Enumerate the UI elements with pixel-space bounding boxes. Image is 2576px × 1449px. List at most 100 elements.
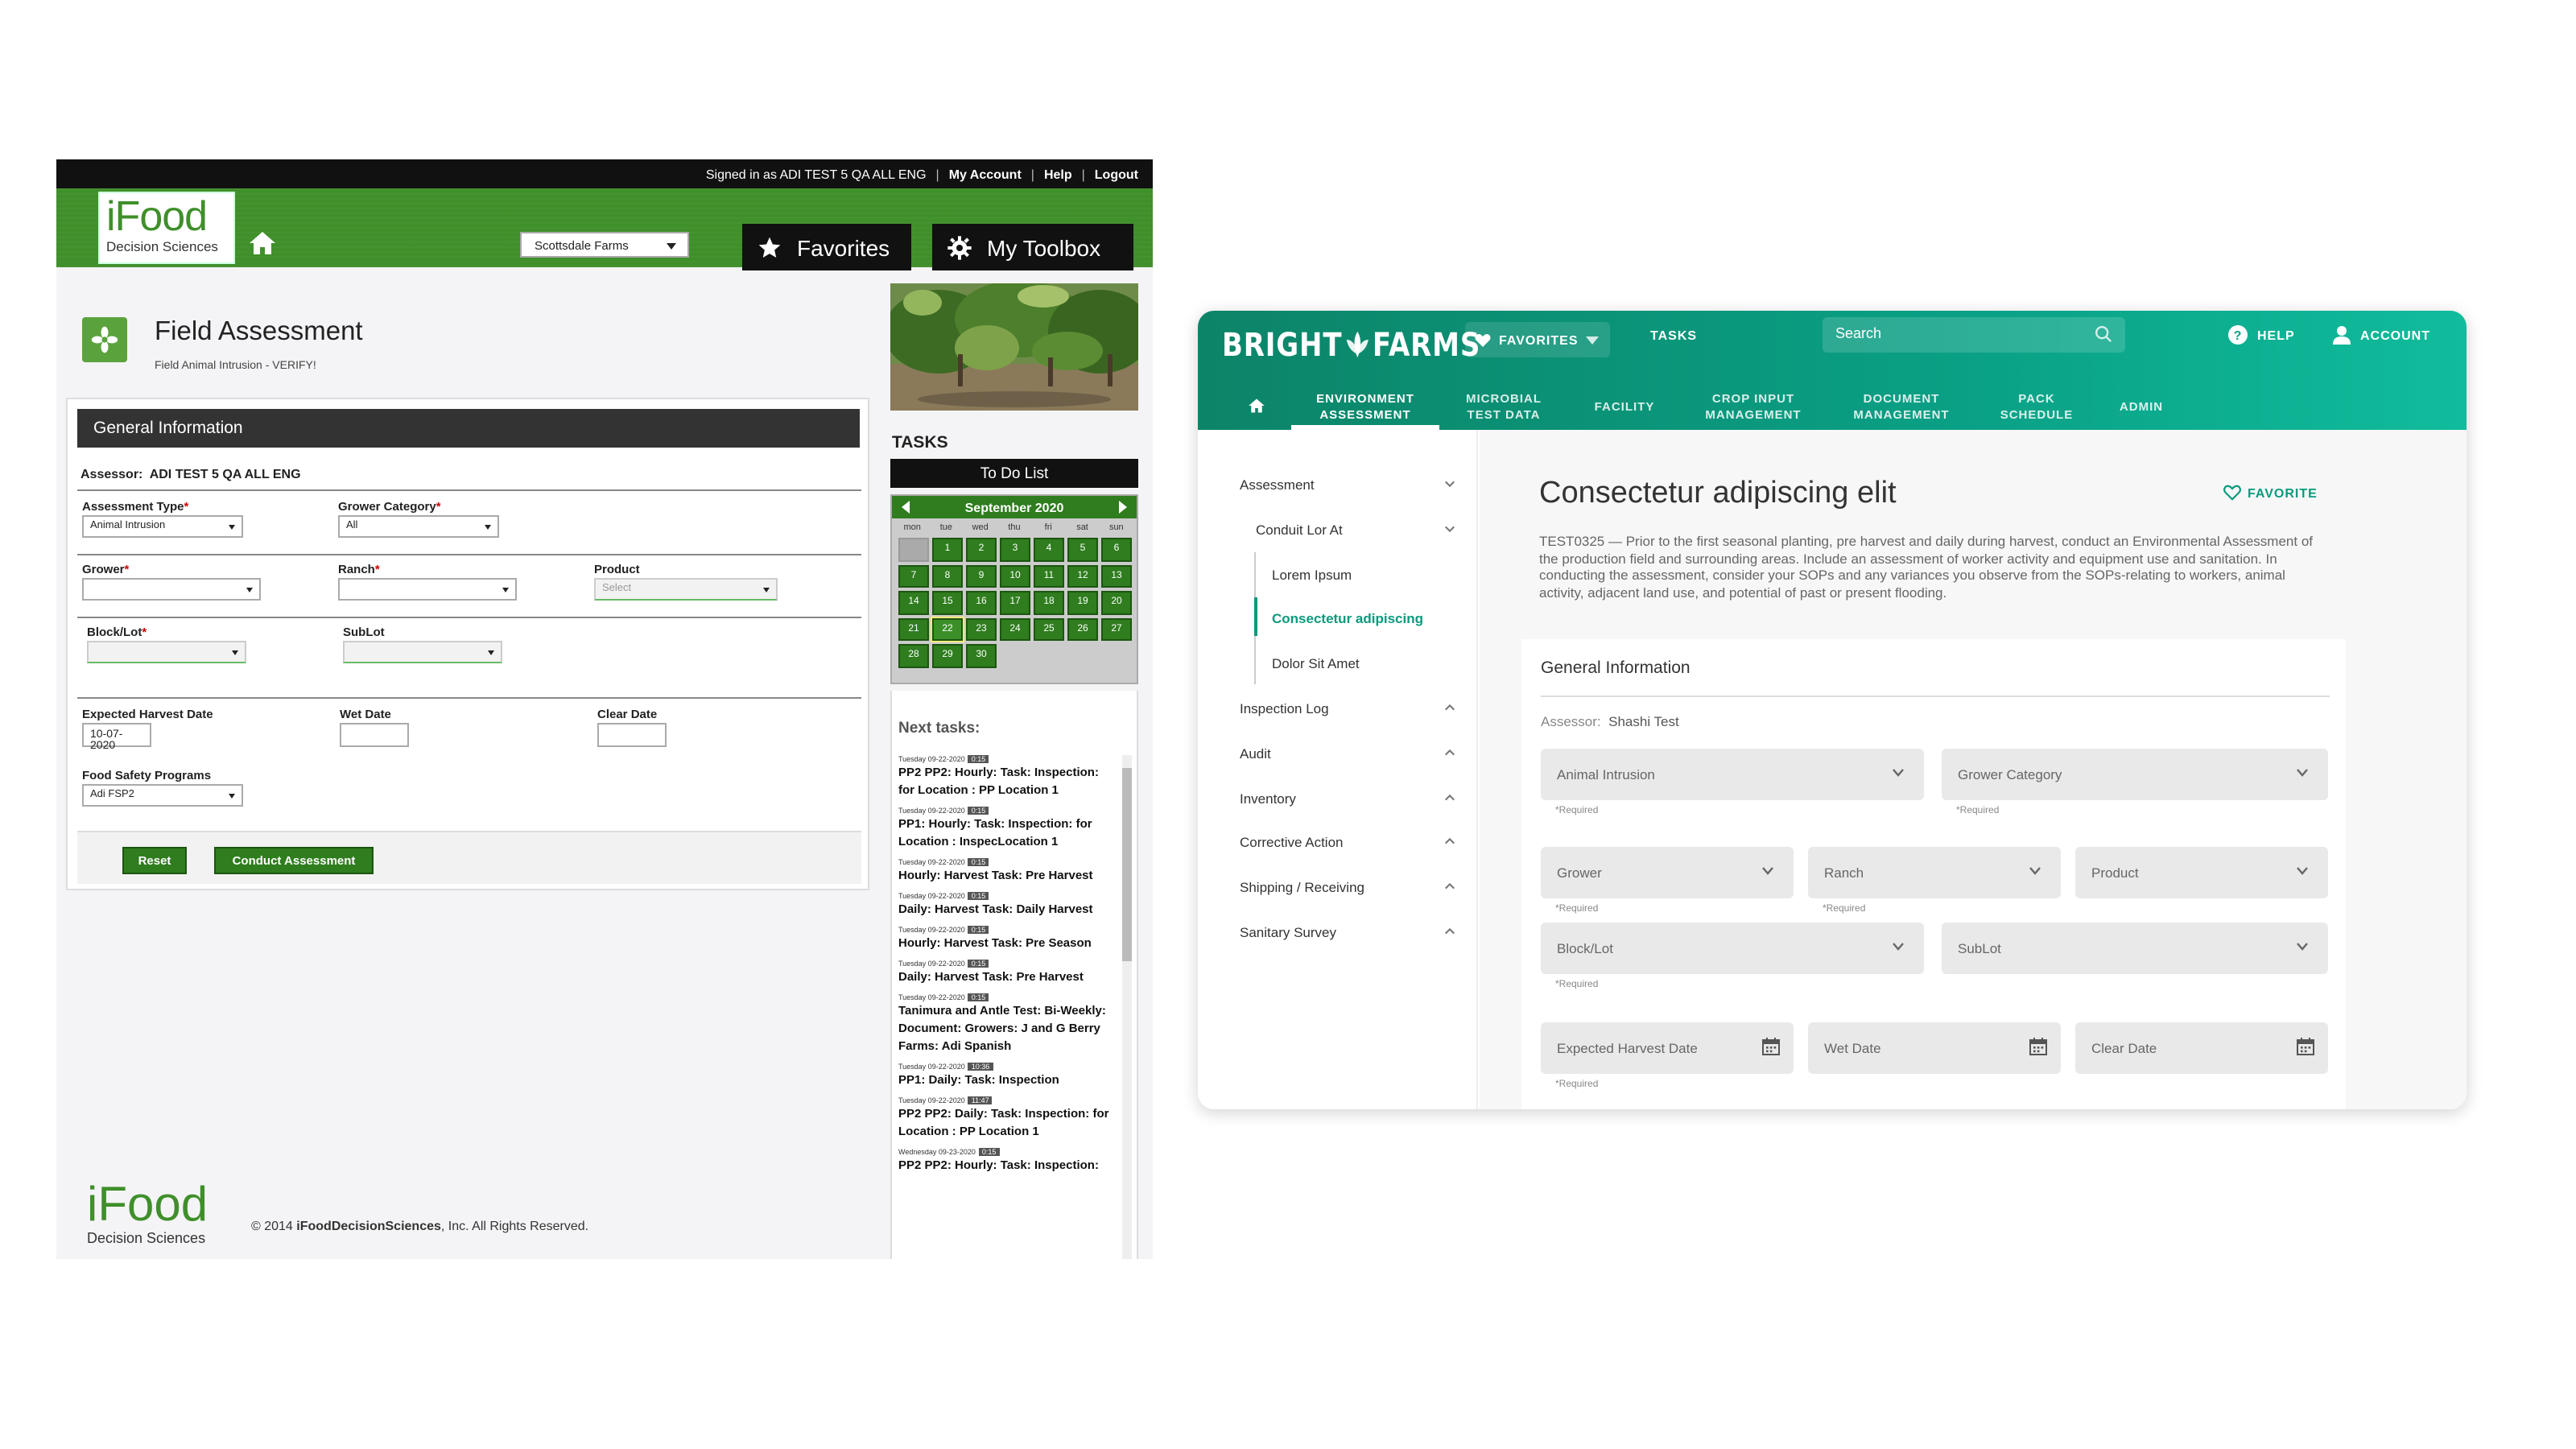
calendar-day[interactable]: 30	[966, 644, 997, 667]
help-link[interactable]: ? HELP	[2228, 325, 2295, 345]
sidebar-item-consectetur-adipiscing[interactable]: Consectetur adipiscing	[1272, 610, 1423, 626]
sidebar-item-inspection-log[interactable]: Inspection Log	[1240, 700, 1329, 716]
task-item[interactable]: Tuesday 09-22-2020 0:15 Daily: Harvest Tas…	[898, 892, 1117, 918]
task-item[interactable]: Tuesday 09-22-2020 0:15 Tanimura and Antle…	[898, 993, 1117, 1055]
chevron-up-icon[interactable]	[1444, 747, 1455, 758]
chevron-up-icon[interactable]	[1444, 836, 1455, 847]
grower-category-select[interactable]: Grower Category	[1942, 749, 2328, 800]
chevron-up-icon[interactable]	[1444, 881, 1455, 892]
expected-harvest-date-field[interactable]: Expected Harvest Date	[1541, 1022, 1794, 1074]
chevron-right-icon[interactable]	[1117, 501, 1127, 514]
block-lot-select[interactable]	[87, 641, 246, 663]
sidebar-item-audit[interactable]: Audit	[1240, 745, 1271, 762]
calendar-day[interactable]: 9	[966, 564, 997, 588]
sidebar-item-lorem-ipsum[interactable]: Lorem Ipsum	[1272, 567, 1352, 583]
ranch-select[interactable]	[338, 578, 517, 601]
sublot-select[interactable]	[343, 641, 502, 663]
task-item[interactable]: Wednesday 09-23-2020 0:15 PP2 PP2: Hourly:…	[898, 1148, 1117, 1174]
calendar-day[interactable]: 11	[1034, 564, 1064, 588]
calendar-day[interactable]: 13	[1101, 564, 1132, 588]
search-input[interactable]: Search	[1823, 317, 2125, 353]
sidebar-item-dolor-sit-amet[interactable]: Dolor Sit Amet	[1272, 655, 1360, 671]
chevron-down-icon[interactable]	[1444, 478, 1455, 489]
calendar-day[interactable]: 2	[966, 538, 997, 561]
calendar-day[interactable]: 16	[966, 591, 997, 614]
calendar-day[interactable]: 18	[1034, 591, 1064, 614]
brightfarms-logo[interactable]: BRIGHT FARMS	[1222, 325, 1480, 364]
task-item[interactable]: Tuesday 09-22-2020 0:15 Hourly: Harvest Ta…	[898, 858, 1117, 884]
help-link[interactable]: Help	[1044, 167, 1072, 181]
tasks-link[interactable]: TASKS	[1650, 328, 1697, 343]
grower-select[interactable]: Grower	[1541, 847, 1794, 898]
favorite-button[interactable]: FAVORITE	[2223, 485, 2318, 501]
calendar-day[interactable]: 12	[1067, 564, 1098, 588]
todo-list-header[interactable]: To Do List	[890, 459, 1138, 488]
grower-select[interactable]	[82, 578, 261, 601]
ifood-logo[interactable]: iFood Decision Sciences	[98, 192, 235, 264]
ranch-select[interactable]: Ranch	[1808, 847, 2061, 898]
sidebar-item-shipping-receiving[interactable]: Shipping / Receiving	[1240, 879, 1364, 895]
home-icon[interactable]	[1248, 398, 1265, 414]
nav-environment-assessment[interactable]: ENVIRONMENT ASSESSMENT	[1294, 391, 1436, 422]
calendar-day[interactable]: 24	[1000, 617, 1030, 641]
calendar-day[interactable]: 25	[1034, 617, 1064, 641]
calendar-day[interactable]: 27	[1101, 617, 1132, 641]
farm-select[interactable]: Scottsdale Farms	[520, 232, 689, 258]
chevron-up-icon[interactable]	[1444, 702, 1455, 713]
calendar-day[interactable]: 5	[1067, 538, 1098, 561]
calendar-icon[interactable]	[2029, 1037, 2048, 1056]
calendar-day[interactable]: 15	[932, 591, 963, 614]
calendar-day[interactable]: 7	[898, 564, 929, 588]
calendar-day[interactable]: 29	[932, 644, 963, 667]
chevron-down-icon[interactable]	[1444, 523, 1455, 535]
reset-button[interactable]: Reset	[122, 847, 187, 874]
task-item[interactable]: Tuesday 09-22-2020 10:36 PP1: Daily: Task:…	[898, 1063, 1117, 1088]
calendar-day[interactable]: 20	[1101, 591, 1132, 614]
task-item[interactable]: Tuesday 09-22-2020 0:15 PP2 PP2: Hourly: T…	[898, 755, 1117, 799]
calendar-day[interactable]: 26	[1067, 617, 1098, 641]
calendar-icon[interactable]	[2296, 1037, 2315, 1056]
task-scrollbar[interactable]	[1122, 755, 1132, 1259]
calendar-day[interactable]: 19	[1067, 591, 1098, 614]
chevron-up-icon[interactable]	[1444, 926, 1455, 937]
my-toolbox-button[interactable]: My Toolbox	[932, 224, 1133, 270]
scrollbar-thumb[interactable]	[1122, 768, 1132, 961]
nav-pack-schedule[interactable]: PACK SCHEDULE	[1987, 391, 2087, 422]
task-item[interactable]: Tuesday 09-22-2020 0:15 Hourly: Harvest Ta…	[898, 926, 1117, 952]
animal-intrusion-select[interactable]: Animal Intrusion	[1541, 749, 1924, 800]
favorites-button[interactable]: Favorites	[742, 224, 911, 270]
nav-crop-input-management[interactable]: CROP INPUT MANAGEMENT	[1689, 391, 1818, 422]
calendar-day[interactable]: 22	[931, 616, 964, 642]
grower-category-select[interactable]: All	[338, 515, 499, 538]
nav-admin[interactable]: ADMIN	[2099, 399, 2183, 415]
food-safety-select[interactable]: Adi FSP2	[82, 784, 243, 807]
clear-date-input[interactable]	[597, 723, 667, 747]
favorites-menu[interactable]: FAVORITES	[1465, 322, 1610, 357]
nav-microbial-test-data[interactable]: MICROBIAL TEST DATA	[1447, 391, 1560, 422]
calendar-day[interactable]: 21	[898, 617, 929, 641]
calendar-day[interactable]: 17	[1000, 591, 1030, 614]
nav-facility[interactable]: FACILITY	[1576, 399, 1673, 415]
chevron-left-icon[interactable]	[902, 501, 911, 514]
chevron-up-icon[interactable]	[1444, 792, 1455, 803]
sidebar-item-assessment[interactable]: Assessment	[1240, 477, 1315, 493]
logout-link[interactable]: Logout	[1095, 167, 1138, 181]
calendar-day[interactable]: 4	[1034, 538, 1064, 561]
home-icon[interactable]	[248, 230, 277, 256]
nav-document-management[interactable]: DOCUMENT MANAGEMENT	[1837, 391, 1966, 422]
calendar-icon[interactable]	[1761, 1037, 1781, 1056]
calendar-day[interactable]: 6	[1101, 538, 1132, 561]
product-select[interactable]: Select	[594, 578, 778, 601]
sidebar-item-conduit-lor-at[interactable]: Conduit Lor At	[1256, 522, 1343, 538]
task-item[interactable]: Tuesday 09-22-2020 11:47 PP2 PP2: Daily: T…	[898, 1096, 1117, 1140]
sidebar-item-corrective-action[interactable]: Corrective Action	[1240, 834, 1344, 850]
calendar-day[interactable]: 3	[1000, 538, 1030, 561]
wet-date-input[interactable]	[340, 723, 409, 747]
calendar-day[interactable]: 1	[932, 538, 963, 561]
wet-date-field[interactable]: Wet Date	[1808, 1022, 2061, 1074]
expected-harvest-input[interactable]: 10-07-2020	[82, 723, 151, 752]
calendar-day[interactable]: 14	[898, 591, 929, 614]
task-item[interactable]: Tuesday 09-22-2020 0:15 PP1: Hourly: Task:…	[898, 807, 1117, 850]
sidebar-item-inventory[interactable]: Inventory	[1240, 791, 1296, 807]
account-link[interactable]: ACCOUNT	[2333, 325, 2430, 345]
